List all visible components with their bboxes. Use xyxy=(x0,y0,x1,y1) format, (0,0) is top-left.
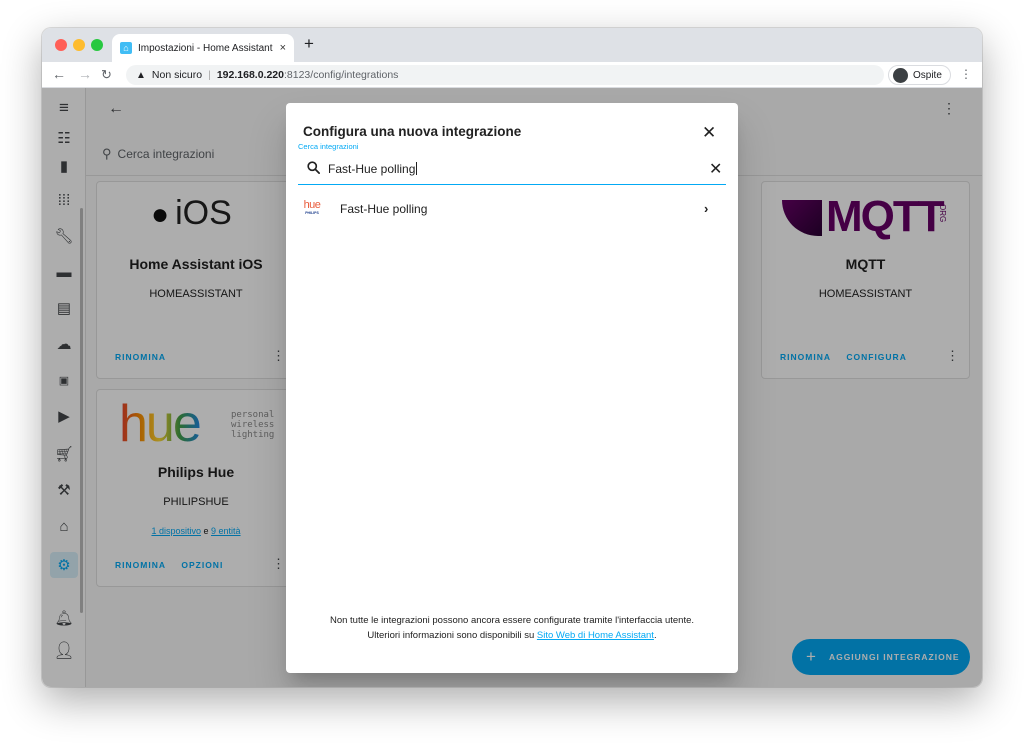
search-value: Fast-Hue polling xyxy=(328,162,416,176)
hue-icon-text: hue xyxy=(303,199,321,211)
dialog-footer: Non tutte le integrazioni possono ancora… xyxy=(306,613,718,643)
new-tab-button[interactable]: + xyxy=(304,34,314,54)
home-assistant-website-link[interactable]: Sito Web di Home Assistant xyxy=(537,630,654,641)
search-icon xyxy=(307,161,320,174)
url-host: 192.168.0.220 xyxy=(216,69,284,81)
result-label: Fast-Hue polling xyxy=(340,202,428,216)
dialog-title: Configura una nuova integrazione xyxy=(303,124,522,139)
zoom-window-button[interactable] xyxy=(91,39,103,51)
reload-icon[interactable]: ↻ xyxy=(101,67,112,83)
chevron-right-icon: › xyxy=(704,201,709,216)
clear-search-icon[interactable]: ✕ xyxy=(709,159,722,179)
tab-title: Impostazioni - Home Assistant xyxy=(138,42,273,54)
footer-suffix: . xyxy=(653,630,657,641)
tab-strip: ⌂ Impostazioni - Home Assistant × + xyxy=(42,28,982,62)
address-bar[interactable]: ▲ Non sicuro | 192.168.0.220 :8123/confi… xyxy=(126,65,884,85)
profile-label: Ospite xyxy=(913,69,942,81)
browser-window: ⌂ Impostazioni - Home Assistant × + ← → … xyxy=(42,28,982,687)
back-icon[interactable]: ← xyxy=(52,66,66,82)
footer-more-info: Ulteriori informazioni sono disponibili … xyxy=(306,628,718,643)
forward-icon[interactable]: → xyxy=(78,66,92,82)
home-assistant-favicon-icon: ⌂ xyxy=(120,42,132,54)
security-label: Non sicuro xyxy=(151,69,203,81)
text-caret xyxy=(416,162,418,175)
omnibox-separator: | xyxy=(208,69,211,81)
browser-tab[interactable]: ⌂ Impostazioni - Home Assistant × xyxy=(112,34,294,62)
minimize-window-button[interactable] xyxy=(73,39,85,51)
list-item[interactable]: hue PHILIPS Fast-Hue polling › xyxy=(296,195,728,225)
warning-icon: ▲ xyxy=(136,69,146,81)
footer-text: Non tutte le integrazioni possono ancora… xyxy=(329,615,695,626)
integration-search-input[interactable]: Fast-Hue polling ✕ xyxy=(298,153,726,185)
search-value-wrap: Fast-Hue polling xyxy=(328,162,418,176)
url-path: :8123/config/integrations xyxy=(284,69,399,81)
close-window-button[interactable] xyxy=(55,39,67,51)
hue-icon: hue PHILIPS xyxy=(298,200,326,220)
browser-toolbar: ← → ↻ ▲ Non sicuro | 192.168.0.220 :8123… xyxy=(42,62,982,88)
profile-avatar-icon xyxy=(893,67,908,83)
tab-close-icon[interactable]: × xyxy=(280,42,286,54)
close-icon[interactable]: ✕ xyxy=(702,123,716,143)
search-field-label: Cerca integrazioni xyxy=(298,142,359,151)
footer-prefix: Ulteriori informazioni sono disponibili … xyxy=(367,630,535,641)
browser-menu-icon[interactable]: ⋮ xyxy=(960,67,972,81)
profile-button[interactable]: Ospite xyxy=(888,65,951,85)
hue-icon-subtext: PHILIPS xyxy=(305,211,319,215)
new-integration-dialog: Configura una nuova integrazione ✕ Cerca… xyxy=(286,103,738,673)
